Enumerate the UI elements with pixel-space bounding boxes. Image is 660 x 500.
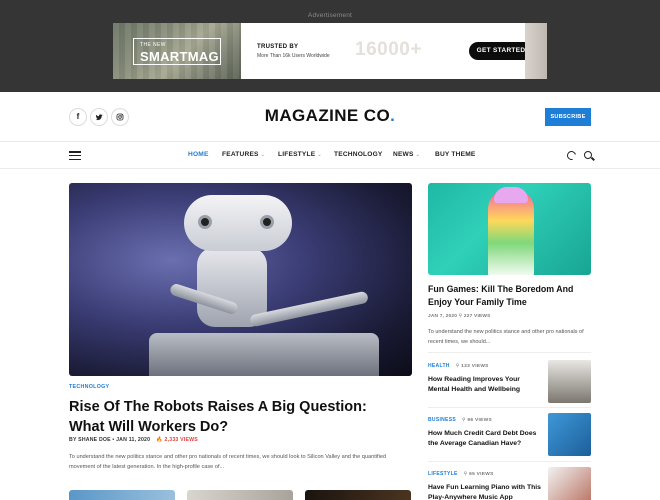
nav-home[interactable]: HOME <box>188 151 209 158</box>
list-item-category[interactable]: LIFESTYLE ⚲ 65 VIEWS <box>428 471 494 477</box>
subscribe-button[interactable]: SUBSCRIBE <box>545 108 591 126</box>
featured-views: 🔥 2,333 VIEWS <box>156 437 198 443</box>
list-item-thumbnail[interactable] <box>548 360 591 403</box>
card-thumbnail[interactable] <box>187 490 293 500</box>
card-thumbnail[interactable] <box>69 490 175 500</box>
nav-features[interactable]: FEATURES ⌄ <box>222 151 265 158</box>
ad-trusted-sub: More Than 16k Users Worldwide <box>257 53 330 59</box>
list-item-views: ⚲ 65 VIEWS <box>463 472 494 477</box>
robot-arm <box>249 290 369 328</box>
ad-banner[interactable]: THE NEW SMARTMAG TRUSTED BY More Than 16… <box>113 23 547 79</box>
main-nav: HOME FEATURES ⌄ LIFESTYLE ⌄ TECHNOLOGY NEW… <box>0 142 660 169</box>
dark-mode-icon[interactable] <box>565 149 578 162</box>
robot-base <box>149 333 379 376</box>
featured-category[interactable]: TECHNOLOGY <box>69 384 109 390</box>
list-item-category[interactable]: BUSINESS ⚲ 96 VIEWS <box>428 417 492 423</box>
card-thumbnail[interactable] <box>305 490 411 500</box>
search-icon[interactable] <box>584 151 592 159</box>
featured-image[interactable] <box>69 183 412 376</box>
ad-band: Advertisement THE NEW SMARTMAG TRUSTED B… <box>0 0 660 92</box>
ad-edge-image <box>525 23 547 79</box>
robot-head <box>184 195 292 251</box>
site-header: f MAGAZINE CO. SUBSCRIBE <box>0 92 660 142</box>
chevron-down-icon: ⌄ <box>260 152 266 158</box>
ad-logo-small: THE NEW <box>140 42 166 48</box>
robot-eye <box>198 215 212 229</box>
nav-buy-theme[interactable]: BUY THEME <box>435 151 476 158</box>
list-item-title[interactable]: Have Fun Learning Piano with This Play-A… <box>428 483 543 500</box>
list-item-thumbnail[interactable] <box>548 413 591 456</box>
sidebar-top-title[interactable]: Fun Games: Kill The Boredom And Enjoy Yo… <box>428 283 593 309</box>
ad-trusted: TRUSTED BY <box>257 44 299 50</box>
robot-eye <box>260 215 274 229</box>
nav-lifestyle[interactable]: LIFESTYLE ⌄ <box>278 151 322 158</box>
ad-logo: THE NEW SMARTMAG <box>133 38 221 65</box>
ad-label: Advertisement <box>307 12 353 19</box>
featured-author-date: BY SHANE DOE • JAN 11, 2020 <box>69 437 151 443</box>
featured-title[interactable]: Rise Of The Robots Raises A Big Question… <box>69 397 404 437</box>
ad-count: 16000+ <box>355 39 422 60</box>
chevron-down-icon: ⌄ <box>415 152 420 158</box>
sidebar-top-excerpt: To understand the new politics stance an… <box>428 329 584 345</box>
list-item-thumbnail[interactable] <box>548 467 591 500</box>
list-item-views: ⚲ 133 VIEWS <box>455 364 489 369</box>
featured-meta: BY SHANE DOE • JAN 11, 2020 🔥 2,333 VIEWS <box>69 437 198 443</box>
list-item-views: ⚲ 96 VIEWS <box>461 418 492 423</box>
sidebar-top-meta: JAN 7, 2020 ⚲ 227 VIEWS <box>428 314 491 319</box>
list-item-category[interactable]: HEALTH ⚲ 133 VIEWS <box>428 363 489 369</box>
menu-icon[interactable] <box>69 151 81 161</box>
nav-technology[interactable]: TECHNOLOGY <box>334 151 383 158</box>
divider <box>428 352 591 353</box>
ad-logo-big: SMARTMAG <box>140 49 219 64</box>
chevron-down-icon: ⌄ <box>317 152 322 158</box>
sidebar-top-image[interactable] <box>428 183 591 275</box>
list-item-title[interactable]: How Much Credit Card Debt Does the Avera… <box>428 429 543 449</box>
sidebar-hat <box>494 187 528 203</box>
get-started-button[interactable]: GET STARTED <box>469 42 533 60</box>
featured-excerpt: To understand the new politics stance an… <box>69 454 387 470</box>
nav-news[interactable]: NEWS ⌄ <box>393 151 420 158</box>
divider <box>428 407 591 408</box>
divider <box>428 461 591 462</box>
list-item-title[interactable]: How Reading Improves Your Mental Health … <box>428 375 543 395</box>
